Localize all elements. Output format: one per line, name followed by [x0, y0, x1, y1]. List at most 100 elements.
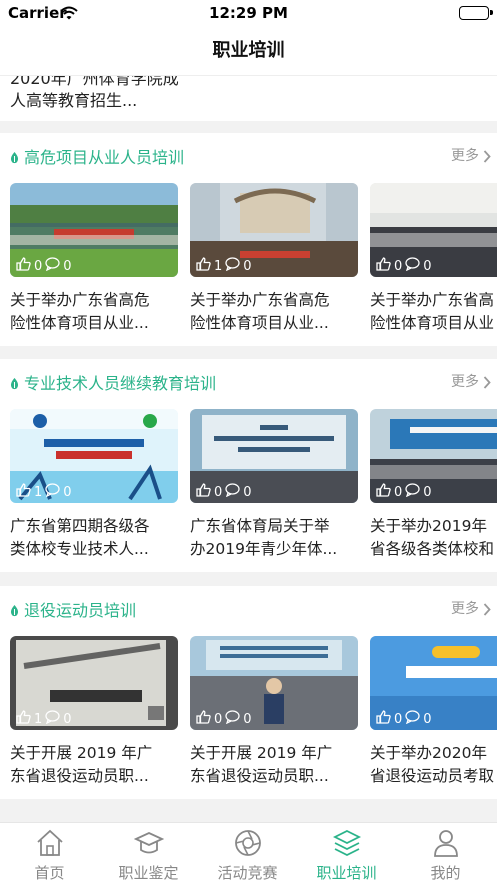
card-title-line-2: 东省退役运动员职...	[10, 767, 149, 785]
card-title: 关于举办广东省高危 险性体育项目从业...	[10, 289, 178, 335]
card-stats: 0 0	[196, 483, 252, 501]
comment-icon[interactable]	[405, 257, 420, 275]
like-count: 0	[394, 711, 403, 727]
thumbs-up-icon[interactable]	[196, 257, 211, 275]
comment-count: 0	[243, 484, 252, 500]
like-count: 1	[34, 484, 43, 500]
tab-label: 我的	[430, 864, 461, 882]
card-title-line-1: 广东省体育局关于举	[190, 517, 330, 535]
section-header: 高危项目从业人员培训 更多	[0, 133, 497, 177]
card-title: 关于开展 2019 年广 东省退役运动员职...	[190, 742, 358, 788]
card-title: 关于举办广东省高 险性体育项目从业	[370, 289, 497, 335]
card-title-line-1: 关于举办广东省高危	[10, 291, 150, 309]
card-stats: 0 0	[376, 257, 432, 275]
thumbs-up-icon[interactable]	[376, 483, 391, 501]
tab-label: 首页	[34, 864, 65, 882]
tab-vocational-training[interactable]: 职业培训	[297, 823, 396, 883]
tab-label: 职业培训	[316, 864, 377, 882]
thumbs-up-icon[interactable]	[196, 483, 211, 501]
comment-icon[interactable]	[225, 483, 240, 501]
chevron-right-icon[interactable]	[483, 148, 491, 167]
comment-count: 0	[423, 258, 432, 274]
comment-icon[interactable]	[225, 257, 240, 275]
card-title-line-1: 广东省第四期各级各	[10, 517, 150, 535]
card-title-line-2: 办2019年青少年体...	[190, 540, 338, 558]
comment-icon[interactable]	[45, 483, 60, 501]
card-title: 关于举办2019年 省各级各类体校和	[370, 515, 497, 561]
like-count: 0	[214, 484, 223, 500]
more-link[interactable]: 更多	[451, 598, 479, 618]
card-title-line-1: 关于举办广东省高	[370, 291, 495, 309]
tab-activities-competitions[interactable]: 活动竞赛	[198, 823, 297, 883]
card-stats: 0 0	[16, 257, 72, 275]
battery-icon	[459, 6, 493, 20]
tab-home[interactable]: 首页	[0, 823, 99, 883]
card-title-line-2: 省各级各类体校和	[370, 540, 495, 558]
section-header: 专业技术人员继续教育培训 更多	[0, 359, 497, 403]
section-high-risk-training: 高危项目从业人员培训 更多 0 0 关于举办广东省高危 险性体育项目从业...	[0, 133, 497, 346]
thumbs-up-icon[interactable]	[16, 710, 31, 728]
person-icon	[431, 828, 461, 862]
thumbs-up-icon[interactable]	[196, 710, 211, 728]
like-count: 1	[214, 258, 223, 274]
section-retired-athlete-training: 退役运动员培训 更多 1 0 关于开展 2019 年广 东省退役运动员职...	[0, 586, 497, 799]
chevron-right-icon[interactable]	[483, 601, 491, 620]
section-professional-education: 专业技术人员继续教育培训 更多 1 0 广东省第四期各级各 类体校专业技术人..…	[0, 359, 497, 572]
comment-count: 0	[423, 711, 432, 727]
comment-count: 0	[243, 711, 252, 727]
like-count: 0	[394, 258, 403, 274]
section-header: 退役运动员培训 更多	[0, 586, 497, 630]
card-title-line-2: 省退役运动员考取	[370, 767, 495, 785]
section-title: 高危项目从业人员培训	[24, 148, 185, 167]
chevron-right-icon[interactable]	[483, 374, 491, 393]
more-link[interactable]: 更多	[451, 371, 479, 391]
card-title-line-2: 险性体育项目从业	[370, 314, 495, 332]
tab-profile[interactable]: 我的	[396, 823, 495, 883]
card-stats: 1 0	[196, 257, 252, 275]
comment-count: 0	[63, 711, 72, 727]
leaf-icon	[10, 149, 19, 168]
home-icon	[35, 828, 65, 862]
tab-label: 活动竞赛	[217, 864, 278, 882]
card-title-line-1: 关于举办广东省高危	[190, 291, 330, 309]
like-count: 1	[34, 711, 43, 727]
card-stats: 0 0	[196, 710, 252, 728]
card-title-line-1: 关于举办2019年	[370, 517, 487, 535]
card-title: 广东省体育局关于举 办2019年青少年体...	[190, 515, 358, 561]
card-stats: 0 0	[376, 483, 432, 501]
comment-icon[interactable]	[45, 257, 60, 275]
card-title-line-2: 险性体育项目从业...	[190, 314, 329, 332]
more-link[interactable]: 更多	[451, 145, 479, 165]
news-card-partial[interactable]: 2020年广州体育学院成人高等教育招生...	[0, 76, 497, 121]
layers-icon	[332, 828, 362, 862]
card-stats: 1 0	[16, 483, 72, 501]
thumbs-up-icon[interactable]	[16, 483, 31, 501]
comment-icon[interactable]	[405, 483, 420, 501]
tab-vocational-appraisal[interactable]: 职业鉴定	[99, 823, 198, 883]
card-title-line-2: 险性体育项目从业...	[10, 314, 149, 332]
clock-time: 12:29 PM	[209, 4, 288, 22]
comment-icon[interactable]	[405, 710, 420, 728]
comment-count: 0	[63, 258, 72, 274]
card-title-line-2: 类体校专业技术人...	[10, 540, 149, 558]
card-title: 广东省第四期各级各 类体校专业技术人...	[10, 515, 178, 561]
card-title: 关于开展 2019 年广 东省退役运动员职...	[10, 742, 178, 788]
thumbs-up-icon[interactable]	[16, 257, 31, 275]
card-stats: 1 0	[16, 710, 72, 728]
mortarboard-icon	[133, 828, 165, 862]
card-stats: 0 0	[376, 710, 432, 728]
card-title-line-1: 关于开展 2019 年广	[190, 744, 333, 762]
page-title: 职业培训	[0, 26, 497, 76]
tab-label: 职业鉴定	[118, 864, 179, 882]
bottom-tab-bar: 首页 职业鉴定 活动竞赛 职业培训 我的	[0, 822, 497, 883]
comment-icon[interactable]	[45, 710, 60, 728]
comment-count: 0	[423, 484, 432, 500]
section-title: 退役运动员培训	[24, 601, 137, 620]
card-title-line-2: 东省退役运动员职...	[190, 767, 329, 785]
card-title-line-1: 关于开展 2019 年广	[10, 744, 153, 762]
comment-icon[interactable]	[225, 710, 240, 728]
thumbs-up-icon[interactable]	[376, 257, 391, 275]
leaf-icon	[10, 602, 19, 621]
news-card-title: 2020年广州体育学院成人高等教育招生...	[10, 76, 179, 110]
thumbs-up-icon[interactable]	[376, 710, 391, 728]
